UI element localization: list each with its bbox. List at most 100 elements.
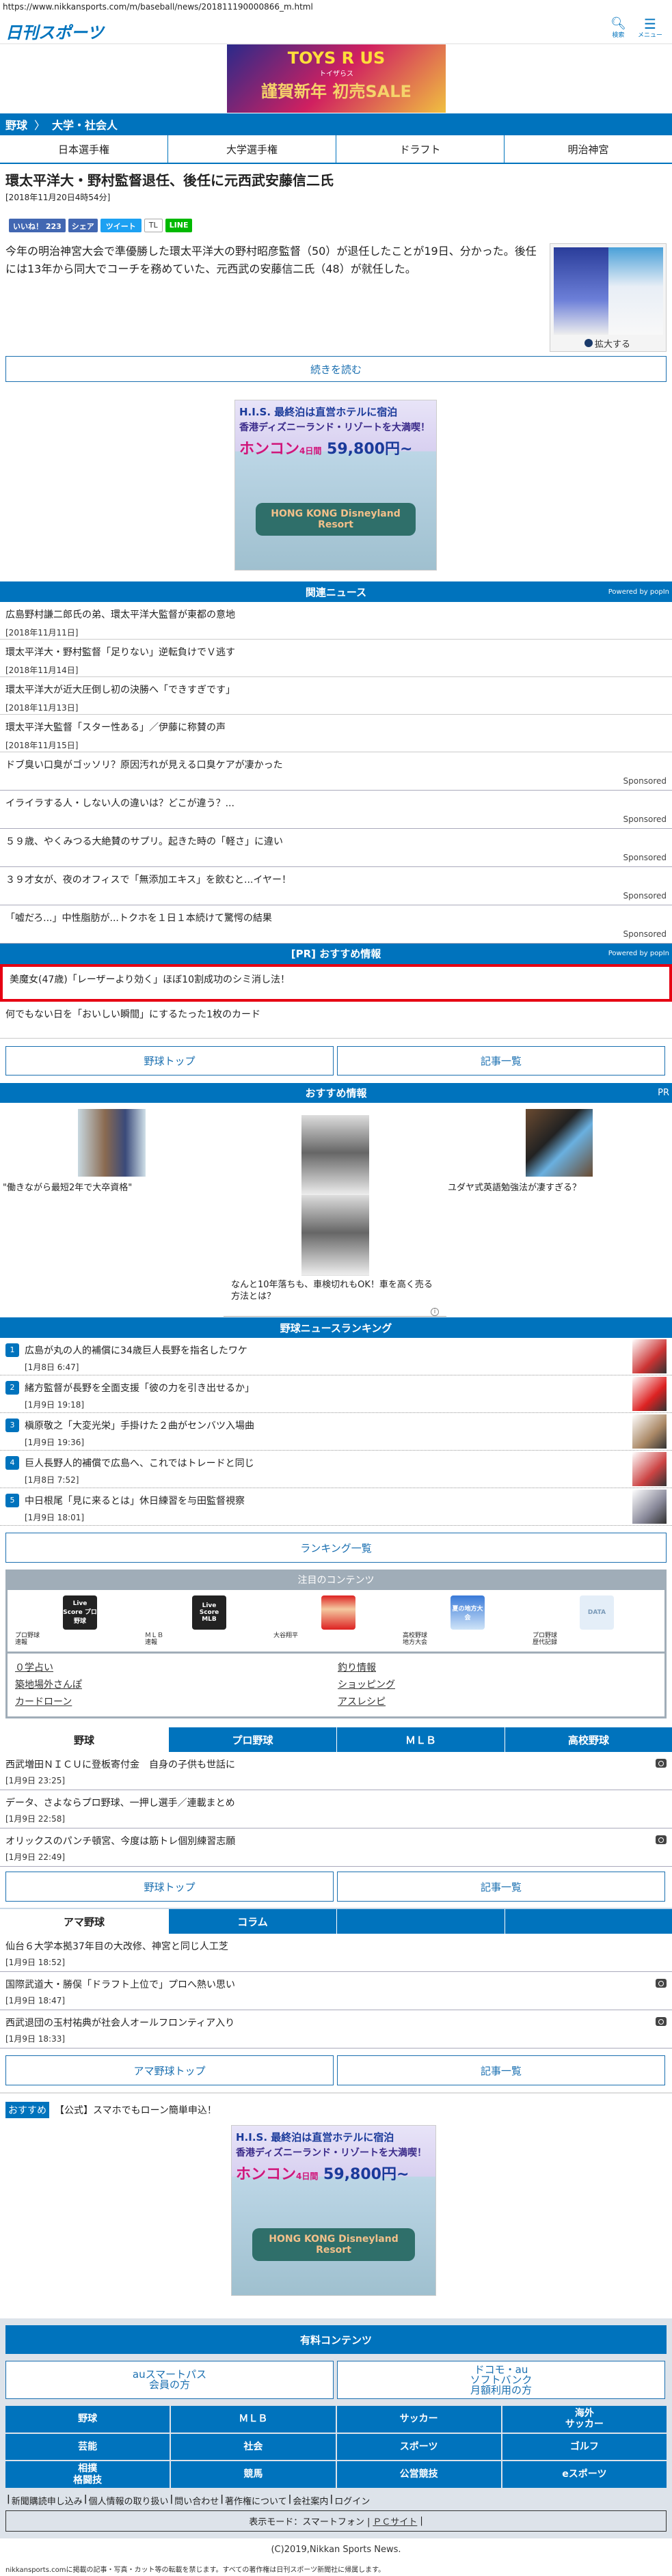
top-banner-ad[interactable]: TOYS R US トイザらス 謹賀新年 初売SALE (227, 44, 446, 113)
category-link[interactable]: 公営競技 (336, 2461, 501, 2488)
featured-link[interactable]: カードローン (15, 1695, 72, 1708)
news-item[interactable]: データ、さよならプロ野球、一押し選手／連載まとめ [1月9日 22:58] (0, 1790, 672, 1828)
baseball-top-button-2[interactable]: 野球トップ (5, 1872, 334, 1902)
promo-link[interactable]: おすすめ 【公式】スマホでもローン簡単申込！ (5, 2102, 217, 2118)
featured-icon-1[interactable]: Live Score プロ野球 (63, 1595, 97, 1630)
category-link[interactable]: 相撲 格闘技 (5, 2461, 170, 2488)
featured-label[interactable]: プロ野球 速報 (15, 1632, 40, 1646)
tab-empty-1[interactable] (336, 1909, 505, 1934)
recommend-image-1[interactable] (78, 1109, 146, 1177)
featured-icon-5[interactable]: DATA (580, 1595, 614, 1630)
category-link[interactable]: ゴルフ (502, 2433, 667, 2461)
category-link[interactable]: 芸能 (5, 2433, 170, 2461)
news-item[interactable]: オリックスのパンチ頓宮、今度は筋トレ個別練習志願 [1月9日 22:49] (0, 1828, 672, 1867)
subnav-japan-championship[interactable]: 日本選手権 (0, 135, 167, 163)
sponsored-item[interactable]: 「嘘だろ...」中性脂肪が...トクホを１日１本続けて驚愕の結果 Sponsore… (0, 905, 672, 944)
featured-link[interactable]: ショッピング (338, 1677, 395, 1691)
news-item[interactable]: 仙台６大学本拠37年目の大改修、神宮と同じ人工芝 [1月9日 18:52] (0, 1934, 672, 1972)
subnav-college-championship[interactable]: 大学選手権 (167, 135, 336, 163)
ranking-item[interactable]: 1 広島が丸の人的補償に34歳巨人長野を指名したワケ [1月8日 6:47] (0, 1338, 672, 1375)
related-news-item[interactable]: 環太平洋大が近大圧倒し初の決勝へ「できすぎです」 [2018年11月13日] (0, 677, 672, 715)
tab-pro-baseball[interactable]: プロ野球 (168, 1727, 336, 1752)
recommend-caption-2[interactable]: なんと10年落ちも、車検切れもOK！車を高く売る方法とは？ (231, 1279, 436, 1302)
footer-link[interactable]: 問い合わせ (174, 2494, 219, 2507)
tab-mlb[interactable]: ＭＬＢ (336, 1727, 505, 1752)
related-news-item[interactable]: 環太平洋大・野村監督「足りない」逆転負けでＶ逃す [2018年11月14日] (0, 640, 672, 677)
url-bar[interactable]: https://www.nikkansports.com/m/baseball/… (3, 2, 313, 12)
breadcrumb-baseball[interactable]: 野球 (5, 116, 27, 133)
category-link[interactable]: 海外 サッカー (502, 2406, 667, 2433)
featured-link[interactable]: ０学占い (15, 1660, 53, 1674)
article-list-button-3[interactable]: 記事一覧 (337, 2055, 665, 2085)
carrier-billing-button[interactable]: ドコモ・au ソフトバンク 月額利用の方 (337, 2361, 665, 2399)
subnav-draft[interactable]: ドラフト (336, 135, 504, 163)
sponsored-item[interactable]: ３９才女が、夜のオフィスで「無添加エキス」を飲むと...イヤー！ Sponsore… (0, 867, 672, 905)
featured-icon-4[interactable]: 夏の地方大会 (451, 1595, 485, 1630)
featured-link[interactable]: 築地場外さんぽ (15, 1677, 82, 1691)
sponsored-item[interactable]: イライラする人・しない人の違いは？どこが違う？... Sponsored (0, 791, 672, 829)
pr-item[interactable]: 何でもない日を「おいしい瞬間」にするたった1枚のカード (0, 1002, 672, 1039)
related-news-item[interactable]: 広島野村謙二郎氏の弟、環太平洋大監督が東都の意地 [2018年11月11日] (0, 602, 672, 640)
tweet-button[interactable]: ツイート (100, 219, 142, 232)
sponsored-item[interactable]: ５９歳、やくみつる大絶賛のサプリ。起きた時の「軽さ」に違い Sponsored (0, 829, 672, 867)
related-news-item[interactable]: 環太平洋大監督「スター性ある」／伊藤に称賛の声 [2018年11月15日] (0, 715, 672, 752)
facebook-share-button[interactable]: シェア (68, 219, 98, 232)
search-button[interactable]: 🔍︎ 検索 (610, 18, 626, 40)
article-list-button[interactable]: 記事一覧 (337, 1046, 665, 1075)
powered-by[interactable]: Powered by popIn (608, 950, 669, 957)
site-logo[interactable]: 日刊スポーツ (5, 19, 104, 43)
recommend-image-3[interactable] (526, 1109, 593, 1177)
news-item[interactable]: 国際武道大・勝俣「ドラフト上位で」プロへ熱い思い [1月9日 18:47] (0, 1972, 672, 2010)
footer-link[interactable]: 会社案内 (293, 2494, 328, 2507)
news-item[interactable]: 西武増田ＮＩＣＵに登板寄付金 自身の子供も世話に [1月9日 23:25] (0, 1752, 672, 1790)
category-link[interactable]: ＭＬＢ (171, 2406, 336, 2433)
recommend-image-2[interactable] (301, 1115, 369, 1276)
baseball-top-button[interactable]: 野球トップ (5, 1046, 334, 1075)
footer-link[interactable]: 新聞購読申し込み (12, 2494, 83, 2507)
footer-link[interactable]: ログイン (334, 2494, 370, 2507)
featured-icon-3[interactable] (321, 1595, 355, 1630)
breadcrumb-college[interactable]: 大学・社会人 (52, 116, 118, 133)
read-more-button[interactable]: 続きを読む (5, 356, 667, 382)
category-link[interactable]: 競馬 (171, 2461, 336, 2488)
featured-label[interactable]: プロ野球 歴代記録 (533, 1632, 557, 1646)
ranking-item[interactable]: 4 巨人長野人的補償で広島へ、これではトレードと同じ [1月8日 7:52] (0, 1451, 672, 1488)
category-link[interactable]: スポーツ (336, 2433, 501, 2461)
category-link[interactable]: 野球 (5, 2406, 170, 2433)
enlarge-link[interactable]: 拡大する (584, 337, 630, 350)
powered-by[interactable]: Powered by popIn (608, 588, 669, 596)
featured-link[interactable]: 釣り情報 (338, 1660, 376, 1674)
recommend-caption-1[interactable]: "働きながら最短2年で大卒資格" (3, 1180, 132, 1193)
subnav-meiji-jingu[interactable]: 明治神宮 (504, 135, 672, 163)
timeline-button[interactable]: TL (144, 219, 163, 232)
tab-high-school[interactable]: 高校野球 (505, 1727, 672, 1752)
line-button[interactable]: LINE (165, 219, 193, 232)
featured-icon-2[interactable]: Live Score MLB (192, 1595, 226, 1630)
ranking-item[interactable]: 2 緒方監督が長野を全面支援「彼の力を引き出せるか」 [1月9日 19:18] (0, 1375, 672, 1413)
tab-amateur[interactable]: アマ野球 (0, 1909, 168, 1934)
sponsored-item[interactable]: ドブ臭い口臭がゴッソリ？原因汚れが見える口臭ケアが凄かった Sponsored (0, 752, 672, 791)
his-ad[interactable]: H.I.S. 最終泊は直営ホテルに宿泊 香港ディズニーランド・リゾートを大満喫！… (234, 400, 437, 571)
tab-column[interactable]: コラム (168, 1909, 336, 1934)
his-ad-2[interactable]: H.I.S. 最終泊は直営ホテルに宿泊 香港ディズニーランド・リゾートを大満喫！… (231, 2125, 436, 2296)
au-smartpass-button[interactable]: auスマートパス 会員の方 (5, 2361, 334, 2399)
footer-link[interactable]: 著作権について (225, 2494, 287, 2507)
category-link[interactable]: 社会 (171, 2433, 336, 2461)
tab-baseball[interactable]: 野球 (0, 1727, 168, 1752)
pc-site-link[interactable]: ＰＣサイト (373, 2515, 417, 2527)
article-list-button-2[interactable]: 記事一覧 (337, 1872, 665, 1902)
footer-link[interactable]: 個人情報の取り扱い (89, 2494, 169, 2507)
recommend-caption-3[interactable]: ユダヤ式英語勉強法が凄すぎる？ (448, 1180, 581, 1193)
news-item[interactable]: 西武退団の玉村祐典が社会人オールフロンティア入り [1月9日 18:33] (0, 2010, 672, 2049)
ranking-item[interactable]: 5 中日根尾「見に来るとは」休日練習を与田監督視察 [1月9日 18:01] (0, 1488, 672, 1526)
featured-label[interactable]: 高校野球 地方大会 (403, 1632, 427, 1646)
menu-button[interactable]: ☰ メニュー (638, 17, 662, 39)
amateur-top-button[interactable]: アマ野球トップ (5, 2055, 334, 2085)
article-photo[interactable]: 拡大する (550, 243, 667, 352)
ad-info-icon[interactable]: i (431, 1308, 439, 1316)
ranking-list-button[interactable]: ランキング一覧 (5, 1533, 667, 1563)
category-link[interactable]: eスポーツ (502, 2461, 667, 2488)
tab-empty-2[interactable] (505, 1909, 672, 1934)
featured-label[interactable]: ＭＬＢ 速報 (145, 1632, 163, 1646)
featured-link[interactable]: アスレシピ (338, 1695, 386, 1708)
